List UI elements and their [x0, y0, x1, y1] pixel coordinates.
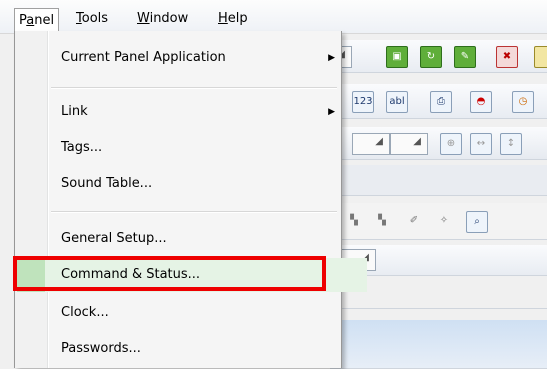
menu-icon-gutter: [15, 31, 49, 368]
menu-item-tags[interactable]: Tags...: [49, 131, 349, 165]
menu-item-label: General Setup...: [61, 231, 167, 246]
panel-refresh-icon[interactable]: ↻: [420, 46, 442, 68]
menu-separator: [51, 211, 337, 213]
panel-edit-icon[interactable]: ✎: [454, 46, 476, 68]
menu-item-general-setup[interactable]: General Setup...: [49, 222, 349, 256]
vertical-arrows-icon[interactable]: ↕: [500, 133, 522, 155]
toolbar-row-4: [330, 165, 547, 196]
menu-window-label: Window: [137, 11, 189, 26]
menu-item-clock[interactable]: Clock...: [49, 296, 349, 330]
menu-panel-label: Panel: [19, 13, 55, 28]
submenu-arrow-icon: ▶: [328, 53, 335, 63]
menu-item-sound-table[interactable]: Sound Table...: [49, 167, 349, 201]
menu-help[interactable]: Help: [214, 9, 252, 29]
menu-help-label: Help: [218, 11, 248, 26]
timer-icon[interactable]: ◷: [512, 91, 534, 113]
menu-item-current-panel-application[interactable]: Current Panel Application ▶: [49, 41, 349, 75]
menu-item-label: Clock...: [61, 305, 109, 320]
gauge-icon[interactable]: ◓: [470, 91, 492, 113]
pen-tool-icon[interactable]: ✐: [404, 211, 424, 231]
menu-bar: Panel Tools Window Help: [0, 0, 547, 34]
menu-item-passwords[interactable]: Passwords...: [49, 332, 349, 366]
dropdown-caret-1[interactable]: [352, 133, 390, 155]
display-icon[interactable]: ⎙: [430, 91, 452, 113]
toolbar-row-5: ▚ ▚ ✐ ✧ ⌕: [330, 203, 547, 240]
panel-delete-icon[interactable]: ✖: [496, 46, 518, 68]
horizontal-arrows-icon[interactable]: ↔: [470, 133, 492, 155]
toolbar-row-2: 123 abl ⎙ ◓ ◷: [330, 84, 547, 119]
panel-green-icon[interactable]: ▣: [386, 46, 408, 68]
submenu-arrow-icon: ▶: [328, 107, 335, 117]
resize-tool-icon[interactable]: ▚: [372, 211, 392, 231]
crosshair-icon[interactable]: ⊕: [440, 133, 462, 155]
menu-tools-label: Tools: [76, 11, 109, 26]
highlight-callout-box: [13, 256, 326, 291]
numeric-field-icon[interactable]: 123: [352, 91, 374, 113]
menu-item-link[interactable]: Link ▶: [49, 95, 349, 129]
menu-window[interactable]: Window: [133, 9, 192, 29]
menu-item-label: Current Panel Application: [61, 50, 226, 65]
menu-tools[interactable]: Tools: [72, 9, 112, 29]
menu-separator: [51, 87, 337, 89]
menu-panel[interactable]: Panel: [14, 8, 60, 32]
toolbar-row-1: ▣ ↻ ✎ ✖: [330, 40, 547, 73]
dropdown-caret-2[interactable]: [390, 133, 428, 155]
panel-menu-dropdown: Current Panel Application ▶ Link ▶ Tags.…: [14, 31, 367, 368]
wand-tool-icon[interactable]: ✧: [434, 211, 454, 231]
menu-item-label: Sound Table...: [61, 176, 153, 191]
menu-item-label: Link: [61, 104, 88, 119]
panel-more-icon[interactable]: [534, 46, 547, 68]
menu-item-label: Tags...: [61, 140, 103, 155]
text-field-icon[interactable]: abl: [386, 91, 408, 113]
workspace-area: [330, 320, 547, 369]
zoom-tool-icon[interactable]: ⌕: [466, 211, 488, 233]
menu-item-label: Passwords...: [61, 341, 141, 356]
toolbar-row-3: ⊕ ↔ ↕: [330, 127, 547, 160]
